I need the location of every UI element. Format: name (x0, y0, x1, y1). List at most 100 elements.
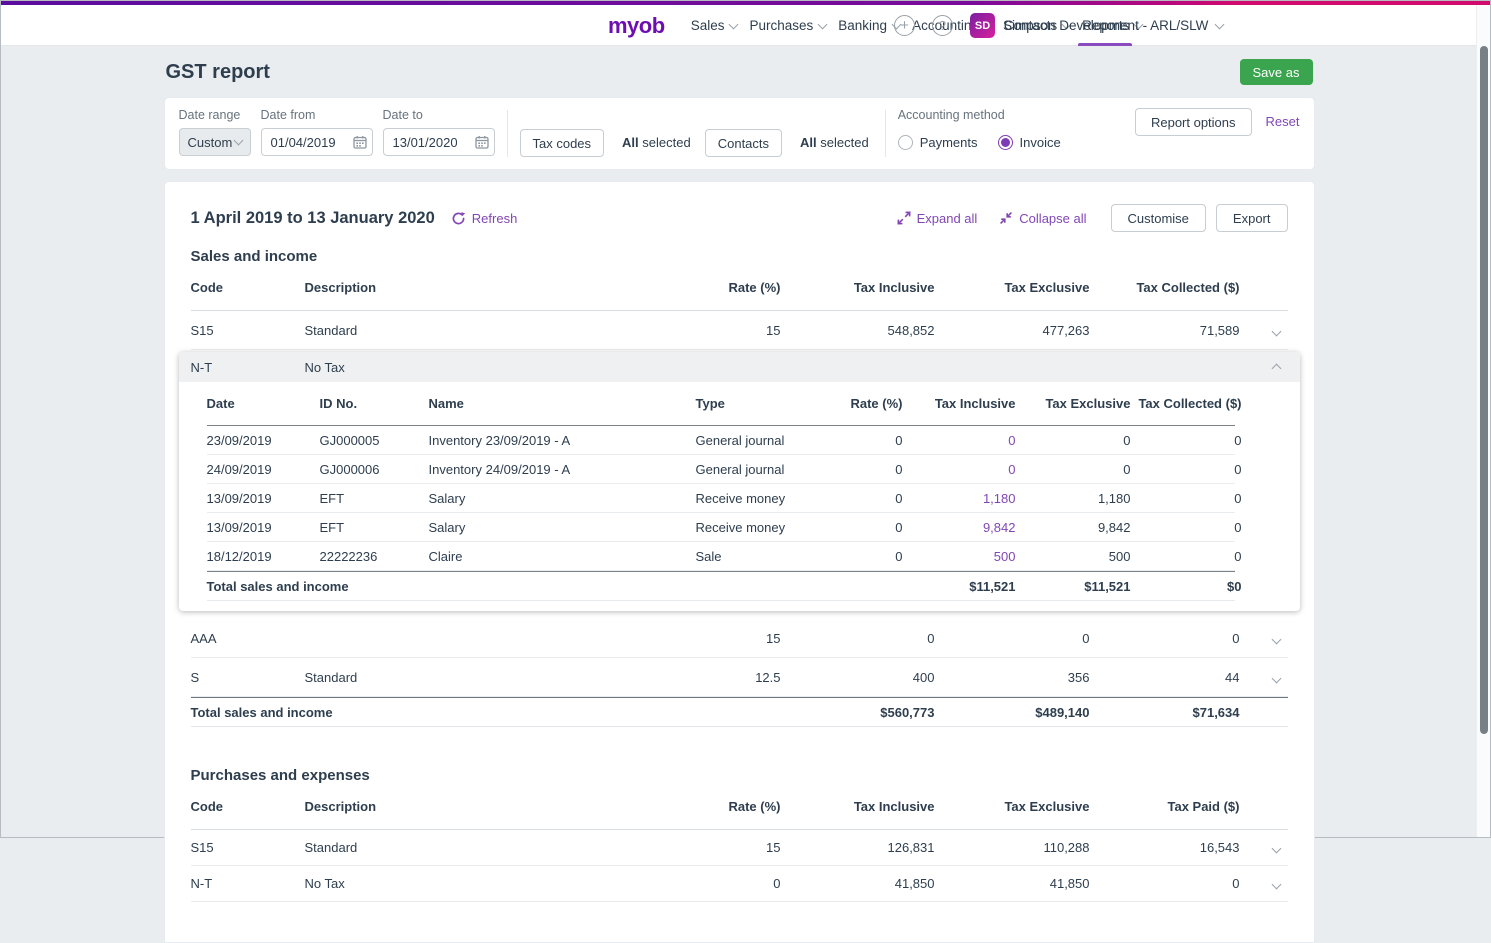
customise-button[interactable]: Customise (1111, 204, 1206, 232)
detail-tax-exclusive: 0 (1016, 433, 1131, 448)
detail-id: EFT (320, 491, 429, 506)
detail-tax-inclusive-link[interactable]: 0 (903, 462, 1016, 477)
detail-tax-exclusive: 0 (1016, 462, 1131, 477)
detail-type: General journal (696, 462, 788, 477)
table-row: N-TNo Tax041,85041,8500 (191, 866, 1288, 902)
detail-date: 23/09/2019 (207, 433, 320, 448)
detail-tax-inclusive-link[interactable]: 9,842 (903, 520, 1016, 535)
divider (507, 110, 508, 157)
row-tax-amount: 16,543 (1090, 840, 1240, 855)
table-row: AAA15000 (191, 619, 1288, 658)
row-tax-exclusive: 477,263 (935, 323, 1090, 338)
nav-item-purchases[interactable]: Purchases (743, 5, 832, 46)
date-to-label: Date to (383, 108, 495, 122)
nav-item-sales[interactable]: Sales (685, 5, 744, 46)
row-code: AAA (191, 631, 305, 646)
row-code: S15 (191, 323, 305, 338)
row-rate: 15 (621, 840, 781, 855)
collapse-all-link[interactable]: Collapse all (999, 211, 1086, 226)
detail-rate: 0 (788, 520, 903, 535)
create-new-icon[interactable]: + (894, 15, 915, 36)
tax-codes-button[interactable]: Tax codes (520, 129, 605, 157)
row-tax-inclusive: 126,831 (781, 840, 935, 855)
chevron-down-icon (1271, 634, 1281, 644)
detail-rate: 0 (788, 491, 903, 506)
expand-row-button[interactable] (1273, 840, 1288, 855)
nav-item-label: Purchases (749, 18, 813, 33)
detail-id: GJ000006 (320, 462, 429, 477)
column-header: ID No. (320, 396, 429, 411)
divider (885, 110, 886, 157)
detail-row: 13/09/2019EFTSalaryReceive money09,8429,… (207, 513, 1235, 542)
detail-tax-collected: 0 (1131, 549, 1242, 564)
row-rate: 12.5 (621, 670, 781, 685)
row-description: No Tax (305, 876, 621, 891)
nav-item-label: Sales (691, 18, 725, 33)
total-tax-collected: $0 (1131, 579, 1242, 594)
detail-total-row: Total sales and income $11,521 $11,521 $… (207, 571, 1235, 601)
row-tax-amount: 44 (1090, 670, 1240, 685)
calendar-icon[interactable] (353, 135, 367, 149)
radio-selected-icon (998, 135, 1013, 150)
column-header: Code (191, 280, 305, 295)
detail-name: Salary (429, 520, 696, 535)
row-tax-inclusive: 400 (781, 670, 935, 685)
avatar: SD (970, 13, 995, 38)
detail-tax-inclusive-link[interactable]: 1,180 (903, 491, 1016, 506)
row-tax-inclusive: 41,850 (781, 876, 935, 891)
reset-link[interactable]: Reset (1266, 108, 1300, 136)
detail-name: Inventory 24/09/2019 - A (429, 462, 696, 477)
business-menu[interactable]: SD Simpson Development - ARL/SLW (970, 13, 1223, 38)
myob-logo[interactable]: myob (608, 13, 665, 39)
column-header: Rate (%) (621, 280, 781, 295)
detail-tax-collected: 0 (1131, 462, 1242, 477)
help-icon[interactable]: ? (932, 15, 953, 36)
collapse-row-button[interactable] (1273, 360, 1288, 375)
row-code: S (191, 670, 305, 685)
row-tax-inclusive: 0 (781, 631, 935, 646)
expand-row-button[interactable] (1273, 631, 1288, 646)
column-header: Tax Collected ($) (1090, 280, 1240, 295)
row-rate: 15 (621, 631, 781, 646)
contacts-button[interactable]: Contacts (705, 129, 782, 157)
chevron-down-icon (1271, 673, 1281, 683)
date-range-select[interactable]: Custom (179, 128, 251, 156)
save-as-button[interactable]: Save as (1240, 59, 1313, 85)
row-tax-exclusive: 41,850 (935, 876, 1090, 891)
detail-tax-exclusive: 9,842 (1016, 520, 1131, 535)
expand-row-button[interactable] (1273, 670, 1288, 685)
column-header: Tax Exclusive (935, 799, 1090, 814)
report-options-button[interactable]: Report options (1135, 108, 1252, 136)
detail-date: 18/12/2019 (207, 549, 320, 564)
row-tax-amount: 71,589 (1090, 323, 1240, 338)
detail-row: 13/09/2019EFTSalaryReceive money01,1801,… (207, 484, 1235, 513)
expand-row-button[interactable] (1273, 876, 1288, 891)
calendar-icon[interactable] (475, 135, 489, 149)
scrollbar-track[interactable] (1476, 5, 1490, 837)
detail-tax-inclusive-link[interactable]: 500 (903, 549, 1016, 564)
date-from-label: Date from (261, 108, 373, 122)
column-header: Name (429, 396, 696, 411)
detail-id: GJ000005 (320, 433, 429, 448)
total-tax-exclusive: $11,521 (1016, 579, 1131, 594)
scrollbar-thumb[interactable] (1480, 46, 1488, 734)
column-header: Tax Inclusive (903, 396, 1016, 411)
radio-label: Payments (920, 135, 978, 150)
expanded-row-header[interactable]: N-T No Tax (179, 352, 1300, 382)
column-header: Tax Exclusive (935, 280, 1090, 295)
radio-payments[interactable]: Payments (898, 135, 978, 150)
column-header: Type (696, 396, 788, 411)
export-button[interactable]: Export (1216, 204, 1288, 232)
expand-all-link[interactable]: Expand all (897, 211, 978, 226)
detail-tax-inclusive-link[interactable]: 0 (903, 433, 1016, 448)
column-header: Tax Exclusive (1016, 396, 1131, 411)
total-label: Total sales and income (207, 579, 788, 594)
refresh-link[interactable]: Refresh (451, 211, 518, 226)
column-header: Description (305, 280, 621, 295)
radio-invoice[interactable]: Invoice (998, 135, 1061, 150)
detail-row: 23/09/2019GJ000005Inventory 23/09/2019 -… (207, 426, 1235, 455)
purchases-table-header: CodeDescriptionRate (%)Tax InclusiveTax … (191, 784, 1288, 830)
expand-row-button[interactable] (1273, 323, 1288, 338)
detail-row: 24/09/2019GJ000006Inventory 24/09/2019 -… (207, 455, 1235, 484)
chevron-up-icon (1271, 363, 1281, 373)
